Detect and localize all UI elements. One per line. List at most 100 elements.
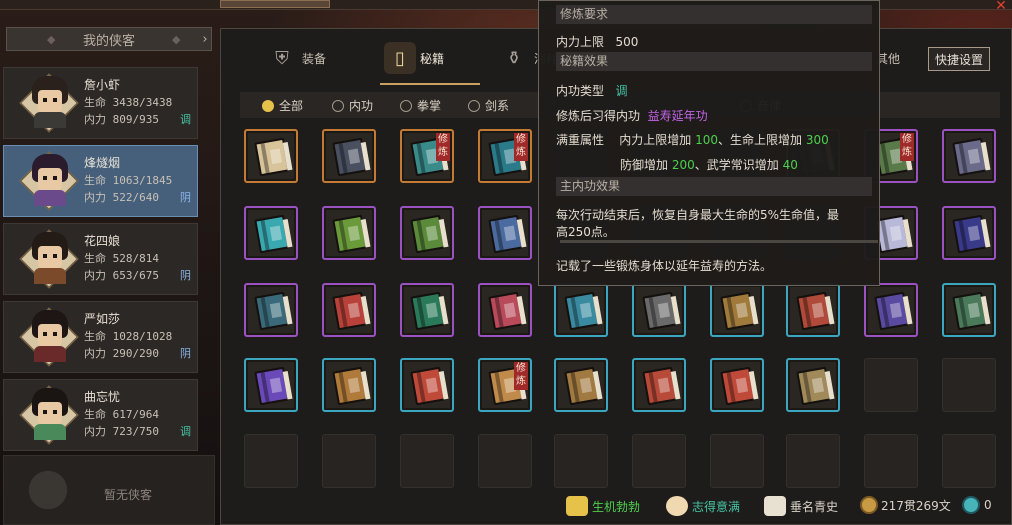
book-icon	[254, 214, 293, 254]
book-slot[interactable]: 修炼	[400, 129, 454, 183]
book-slot[interactable]	[244, 358, 298, 412]
filter-option[interactable]: 剑系	[468, 97, 509, 114]
book-slot[interactable]	[786, 283, 840, 337]
tab-armor[interactable]: ⛨ 装备	[266, 38, 326, 78]
empty-slot[interactable]	[864, 358, 918, 412]
book-slot[interactable]	[400, 283, 454, 337]
book-slot[interactable]	[244, 206, 298, 260]
character-card[interactable]: 曲忘忧 生命 617/964 内力 723/750 调	[3, 379, 198, 451]
radio-icon	[468, 99, 480, 112]
book-slot[interactable]	[322, 358, 376, 412]
tab-label: 装备	[302, 51, 327, 66]
book-icon	[874, 291, 913, 331]
book-slot[interactable]	[554, 358, 608, 412]
character-card[interactable]: 烽燧烟 生命 1063/1845 内力 522/640 阴	[3, 145, 198, 217]
character-card[interactable]: 詹小虾 生命 3438/3438 内力 809/935 调	[3, 67, 198, 139]
book-icon	[332, 137, 371, 177]
empty-slot[interactable]	[478, 434, 532, 488]
coin-icon	[860, 496, 878, 514]
book-slot[interactable]	[942, 129, 996, 183]
character-life: 生命 1028/1028	[84, 330, 173, 343]
empty-slot[interactable]	[632, 434, 686, 488]
book-slot[interactable]	[710, 358, 764, 412]
character-card[interactable]: 严如莎生命 1028/1028 内力 290/290 阴	[3, 301, 198, 373]
empty-avatar-icon	[20, 462, 76, 518]
character-name: 严如莎	[84, 312, 121, 326]
tooltip-section-requirement: 修炼要求	[556, 5, 872, 24]
tooltip-flavor: 记载了一些锻炼身体以延年益寿的方法。	[556, 259, 773, 273]
tooltip-divider	[560, 240, 878, 243]
book-slot[interactable]: 修炼	[478, 129, 532, 183]
status-mood[interactable]: 志得意满	[666, 496, 740, 516]
character-avatar	[28, 388, 72, 442]
book-slot[interactable]	[322, 206, 376, 260]
book-slot[interactable]	[632, 283, 686, 337]
book-slot[interactable]	[400, 206, 454, 260]
book-slot[interactable]	[942, 206, 996, 260]
character-card[interactable]: 花四娘 生命 528/814 内力 653/675 阴	[3, 223, 198, 295]
filter-option[interactable]: 内功	[332, 97, 373, 114]
status-gem[interactable]: 0	[962, 496, 992, 514]
book-slot[interactable]	[942, 283, 996, 337]
book-slot[interactable]	[710, 283, 764, 337]
book-icon	[410, 291, 449, 331]
tooltip-learn-line: 修炼后习得内功 益寿延年功	[556, 109, 708, 123]
book-slot[interactable]	[244, 283, 298, 337]
book-slot[interactable]	[786, 358, 840, 412]
cultivate-badge: 修炼	[514, 133, 528, 161]
book-icon	[488, 291, 527, 331]
book-icon	[254, 137, 293, 177]
tooltip-section-main: 主内功效果	[556, 177, 872, 196]
empty-slot[interactable]	[400, 434, 454, 488]
status-fame[interactable]: 垂名青史	[764, 496, 838, 516]
character-name: 詹小虾	[84, 78, 121, 92]
book-slot[interactable]	[478, 283, 532, 337]
book-slot[interactable]: 修炼	[478, 358, 532, 412]
status-vitality[interactable]: 生机勃勃	[566, 496, 640, 516]
book-slot[interactable]	[244, 129, 298, 183]
filter-option[interactable]: 拳掌	[400, 97, 441, 114]
book-slot[interactable]	[864, 283, 918, 337]
book-slot[interactable]	[322, 129, 376, 183]
book-slot[interactable]	[554, 283, 608, 337]
character-mana: 内力 290/290	[84, 347, 159, 360]
book-slot[interactable]	[400, 358, 454, 412]
top-tab[interactable]	[220, 0, 330, 8]
strength-icon	[566, 496, 588, 516]
face-icon	[666, 496, 688, 516]
character-life: 生命 528/814	[84, 252, 159, 265]
book-slot[interactable]	[632, 358, 686, 412]
empty-slot[interactable]	[942, 434, 996, 488]
radio-icon	[332, 99, 344, 112]
empty-slot[interactable]	[710, 434, 764, 488]
shortcut-settings-button[interactable]: 快捷设置	[928, 47, 990, 71]
character-name: 曲忘忧	[84, 390, 121, 404]
book-icon: ▯	[384, 42, 416, 74]
empty-slot[interactable]	[244, 434, 298, 488]
cultivate-badge: 修炼	[900, 133, 914, 161]
tab-label: 秘籍	[420, 51, 445, 66]
character-type-tag: 调	[180, 425, 191, 438]
book-slot[interactable]	[478, 206, 532, 260]
empty-slot[interactable]	[864, 434, 918, 488]
empty-slot[interactable]	[786, 434, 840, 488]
character-name: 花四娘	[84, 234, 121, 248]
close-icon[interactable]: ✕	[990, 0, 1012, 14]
filter-option[interactable]: 全部	[262, 97, 303, 114]
character-life: 生命 3438/3438	[84, 96, 173, 109]
tab-book[interactable]: ▯ 秘籍	[384, 38, 444, 78]
empty-character-slot[interactable]: 暂无侠客	[3, 455, 215, 525]
empty-slot[interactable]	[942, 358, 996, 412]
tooltip-requirement-line: 内力上限 500	[556, 35, 639, 49]
character-life: 生命 1063/1845	[84, 174, 173, 187]
character-type-tag: 阴	[180, 347, 191, 360]
gem-icon	[962, 496, 980, 514]
empty-slot[interactable]	[322, 434, 376, 488]
empty-slot[interactable]	[554, 434, 608, 488]
book-icon	[254, 366, 293, 406]
status-money[interactable]: 217贯269文	[860, 496, 951, 514]
tooltip-main-desc-2: 高250点。	[556, 225, 615, 239]
active-tab-indicator	[380, 83, 480, 85]
book-icon	[332, 291, 371, 331]
book-slot[interactable]	[322, 283, 376, 337]
